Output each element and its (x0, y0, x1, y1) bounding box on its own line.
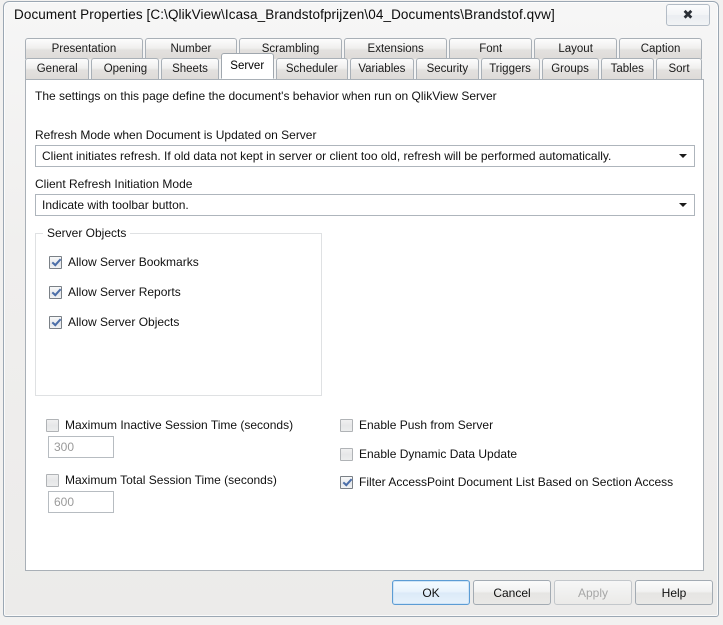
tab-label: Opening (103, 63, 148, 75)
tab-label: Tables (610, 63, 644, 75)
checkbox-icon (49, 315, 62, 329)
tab-label: Groups (551, 63, 589, 75)
tab-label: General (36, 63, 78, 75)
max-inactive-session-value: 300 (54, 440, 75, 454)
refresh-mode-label: Refresh Mode when Document is Updated on… (35, 128, 317, 142)
tab-variables[interactable]: Variables (349, 58, 415, 79)
screen: Document Properties [C:\QlikView\Icasa_B… (0, 0, 723, 625)
tab-general[interactable]: General (25, 58, 90, 79)
tab-label: Font (479, 43, 503, 55)
window-title: Document Properties [C:\QlikView\Icasa_B… (14, 7, 555, 22)
tab-server[interactable]: Server (220, 53, 274, 79)
refresh-mode-select[interactable]: Client initiates refresh. If old data no… (35, 145, 695, 167)
tab-caption[interactable]: Caption (619, 38, 703, 59)
checkbox-icon (340, 475, 353, 489)
tab-opening[interactable]: Opening (91, 58, 160, 79)
checkbox-enable-push-from-server[interactable]: Enable Push from Server (340, 418, 493, 432)
tab-label: Server (230, 60, 265, 72)
tab-extensions[interactable]: Extensions (344, 38, 448, 59)
tab-label: Layout (558, 43, 593, 55)
tab-scheduler[interactable]: Scheduler (275, 58, 348, 79)
tab-font[interactable]: Font (449, 38, 533, 59)
apply-button: Apply (554, 580, 632, 605)
max-inactive-session-checkbox[interactable]: Maximum Inactive Session Time (seconds) (46, 418, 293, 432)
tab-security[interactable]: Security (416, 58, 479, 79)
tab-label: Triggers (489, 63, 531, 75)
tab-row-bottom: General Opening Sheets Server Scheduler Varia… (25, 53, 704, 79)
checkbox-allow-server-objects[interactable]: Allow Server Objects (49, 315, 179, 329)
tab-layout[interactable]: Layout (534, 38, 618, 59)
checkbox-label: Enable Dynamic Data Update (359, 447, 518, 461)
client-refresh-select[interactable]: Indicate with toolbar button. (35, 194, 695, 216)
tab-label: Presentation (51, 43, 117, 55)
checkbox-label: Enable Push from Server (359, 418, 494, 432)
max-total-session-checkbox[interactable]: Maximum Total Session Time (seconds) (46, 473, 277, 487)
checkbox-label: Allow Server Objects (68, 315, 180, 329)
ok-button[interactable]: OK (392, 580, 470, 605)
max-total-session-input[interactable]: 600 (48, 491, 114, 513)
tab-label: Variables (358, 63, 406, 75)
checkbox-icon (340, 418, 353, 432)
tab-label: Sort (668, 63, 690, 75)
checkbox-enable-dynamic-data-update[interactable]: Enable Dynamic Data Update (340, 447, 517, 461)
checkbox-icon (46, 418, 59, 432)
client-refresh-label: Client Refresh Initiation Mode (35, 177, 193, 191)
panel-description: The settings on this page define the doc… (35, 89, 497, 103)
tab-triggers[interactable]: Triggers (480, 58, 540, 79)
title-bar: Document Properties [C:\QlikView\Icasa_B… (4, 2, 718, 32)
checkbox-icon (46, 473, 59, 487)
max-total-session-value: 600 (54, 495, 75, 509)
tab-label: Sheets (172, 63, 208, 75)
help-button[interactable]: Help (635, 580, 713, 605)
checkbox-allow-server-bookmarks[interactable]: Allow Server Bookmarks (49, 255, 199, 269)
tab-sort[interactable]: Sort (655, 58, 703, 79)
tab-label: Scheduler (285, 63, 338, 75)
tab-sheets[interactable]: Sheets (161, 58, 219, 79)
tab-label: Security (426, 63, 469, 75)
checkbox-label: Allow Server Bookmarks (68, 255, 199, 269)
refresh-mode-value: Client initiates refresh. If old data no… (42, 149, 612, 163)
checkbox-allow-server-reports[interactable]: Allow Server Reports (49, 285, 181, 299)
tab-tables[interactable]: Tables (600, 58, 654, 79)
tab-label: Extensions (367, 43, 424, 55)
document-properties-dialog: Document Properties [C:\QlikView\Icasa_B… (3, 1, 719, 617)
tab-presentation[interactable]: Presentation (25, 38, 143, 59)
tab-groups[interactable]: Groups (541, 58, 599, 79)
tab-label: Caption (640, 43, 681, 55)
close-icon: ✖ (682, 7, 694, 23)
tab-label: Number (170, 43, 212, 55)
server-objects-group-title: Server Objects (43, 226, 131, 240)
close-button[interactable]: ✖ (666, 4, 710, 26)
checkbox-icon (340, 447, 353, 461)
client-refresh-value: Indicate with toolbar button. (42, 198, 189, 212)
cancel-button[interactable]: Cancel (473, 580, 551, 605)
tab-row-top: Presentation Number Scrambling Extensions Fo… (25, 38, 704, 59)
checkbox-icon (49, 285, 62, 299)
checkbox-icon (49, 255, 62, 269)
chevron-down-icon (672, 195, 694, 215)
server-objects-group: Server Objects Allow Server Bookmarks All… (35, 226, 322, 396)
max-inactive-session-label: Maximum Inactive Session Time (seconds) (65, 418, 294, 432)
chevron-down-icon (672, 146, 694, 166)
checkbox-filter-accesspoint-document-list-based-on-section-access[interactable]: Filter AccessPoint Document List Based o… (340, 475, 673, 489)
checkbox-label: Filter AccessPoint Document List Based o… (359, 475, 674, 489)
max-inactive-session-input[interactable]: 300 (48, 436, 114, 458)
checkbox-label: Allow Server Reports (68, 285, 181, 299)
server-settings-panel: The settings on this page define the doc… (25, 79, 704, 571)
max-total-session-label: Maximum Total Session Time (seconds) (65, 473, 277, 487)
dialog-button-bar: OK Cancel Apply Help (4, 580, 718, 618)
tab-strip: Presentation Number Scrambling Extensions Fo… (25, 38, 704, 80)
